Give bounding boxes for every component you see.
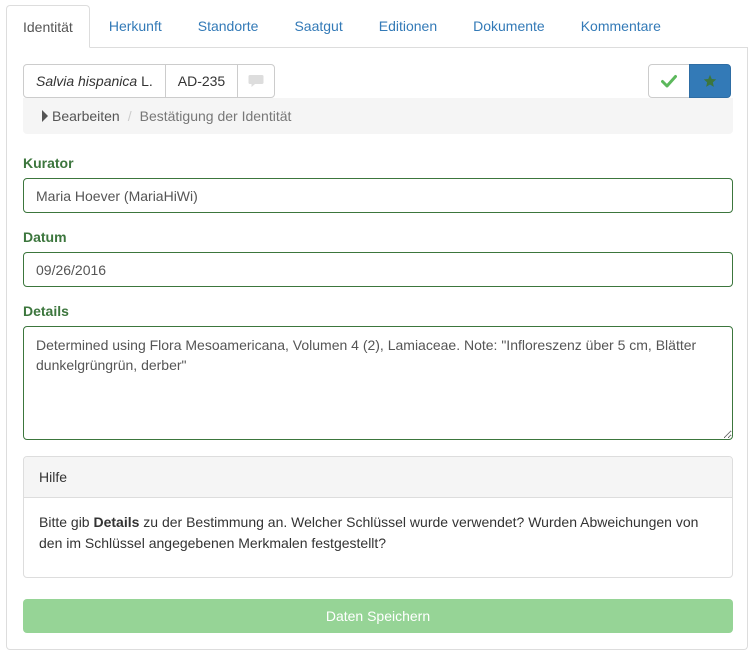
action-buttons <box>648 64 731 98</box>
caret-right-icon <box>42 110 48 122</box>
date-field[interactable]: 09/26/2016 <box>23 252 733 287</box>
help-text: Bitte gib Details zu der Bestimmung an. … <box>24 498 732 554</box>
accession-number: AD-235 <box>164 64 239 98</box>
confirm-button[interactable] <box>648 64 690 98</box>
identity-panel: Salvia hispanica L. AD-235 Bearbeiten / … <box>6 47 748 650</box>
tab-bar: Identität Herkunft Standorte Saatgut Edi… <box>6 5 748 48</box>
help-text-bold: Details <box>93 514 140 530</box>
tab-dokumente[interactable]: Dokumente <box>456 5 562 47</box>
help-panel: Hilfe Bitte gib Details zu der Bestimmun… <box>23 456 733 578</box>
breadcrumb-edit[interactable]: Bearbeiten <box>41 108 120 124</box>
star-icon <box>703 74 717 87</box>
breadcrumb-edit-label: Bearbeiten <box>52 108 120 124</box>
help-text-start: Bitte gib <box>39 514 94 530</box>
curator-field[interactable]: Maria Hoever (MariaHiWi) <box>23 178 733 213</box>
curator-label: Kurator <box>23 155 74 171</box>
species-name: Salvia hispanica L. <box>23 64 166 98</box>
help-title: Hilfe <box>24 457 732 498</box>
tab-editionen[interactable]: Editionen <box>362 5 454 47</box>
tab-herkunft[interactable]: Herkunft <box>92 5 179 47</box>
comment-button[interactable] <box>237 64 276 98</box>
check-icon <box>661 75 677 88</box>
date-label: Datum <box>23 229 67 245</box>
breadcrumb-separator: / <box>127 108 132 124</box>
tab-kommentare[interactable]: Kommentare <box>564 5 678 47</box>
details-label: Details <box>23 303 69 319</box>
species-binomial: Salvia hispanica <box>36 73 138 89</box>
breadcrumb: Bearbeiten / Bestätigung der Identität <box>23 98 733 134</box>
save-button[interactable]: Daten Speichern <box>23 599 733 633</box>
details-textarea[interactable]: Determined using Flora Mesoamericana, Vo… <box>23 326 733 440</box>
species-author: L. <box>141 73 153 89</box>
tab-saatgut[interactable]: Saatgut <box>277 5 359 47</box>
comment-icon <box>248 75 264 87</box>
favorite-button[interactable] <box>689 64 731 98</box>
tab-identitaet[interactable]: Identität <box>6 5 90 48</box>
identity-summary: Salvia hispanica L. AD-235 <box>23 64 276 98</box>
tab-standorte[interactable]: Standorte <box>181 5 276 47</box>
breadcrumb-current: Bestätigung der Identität <box>139 108 292 124</box>
